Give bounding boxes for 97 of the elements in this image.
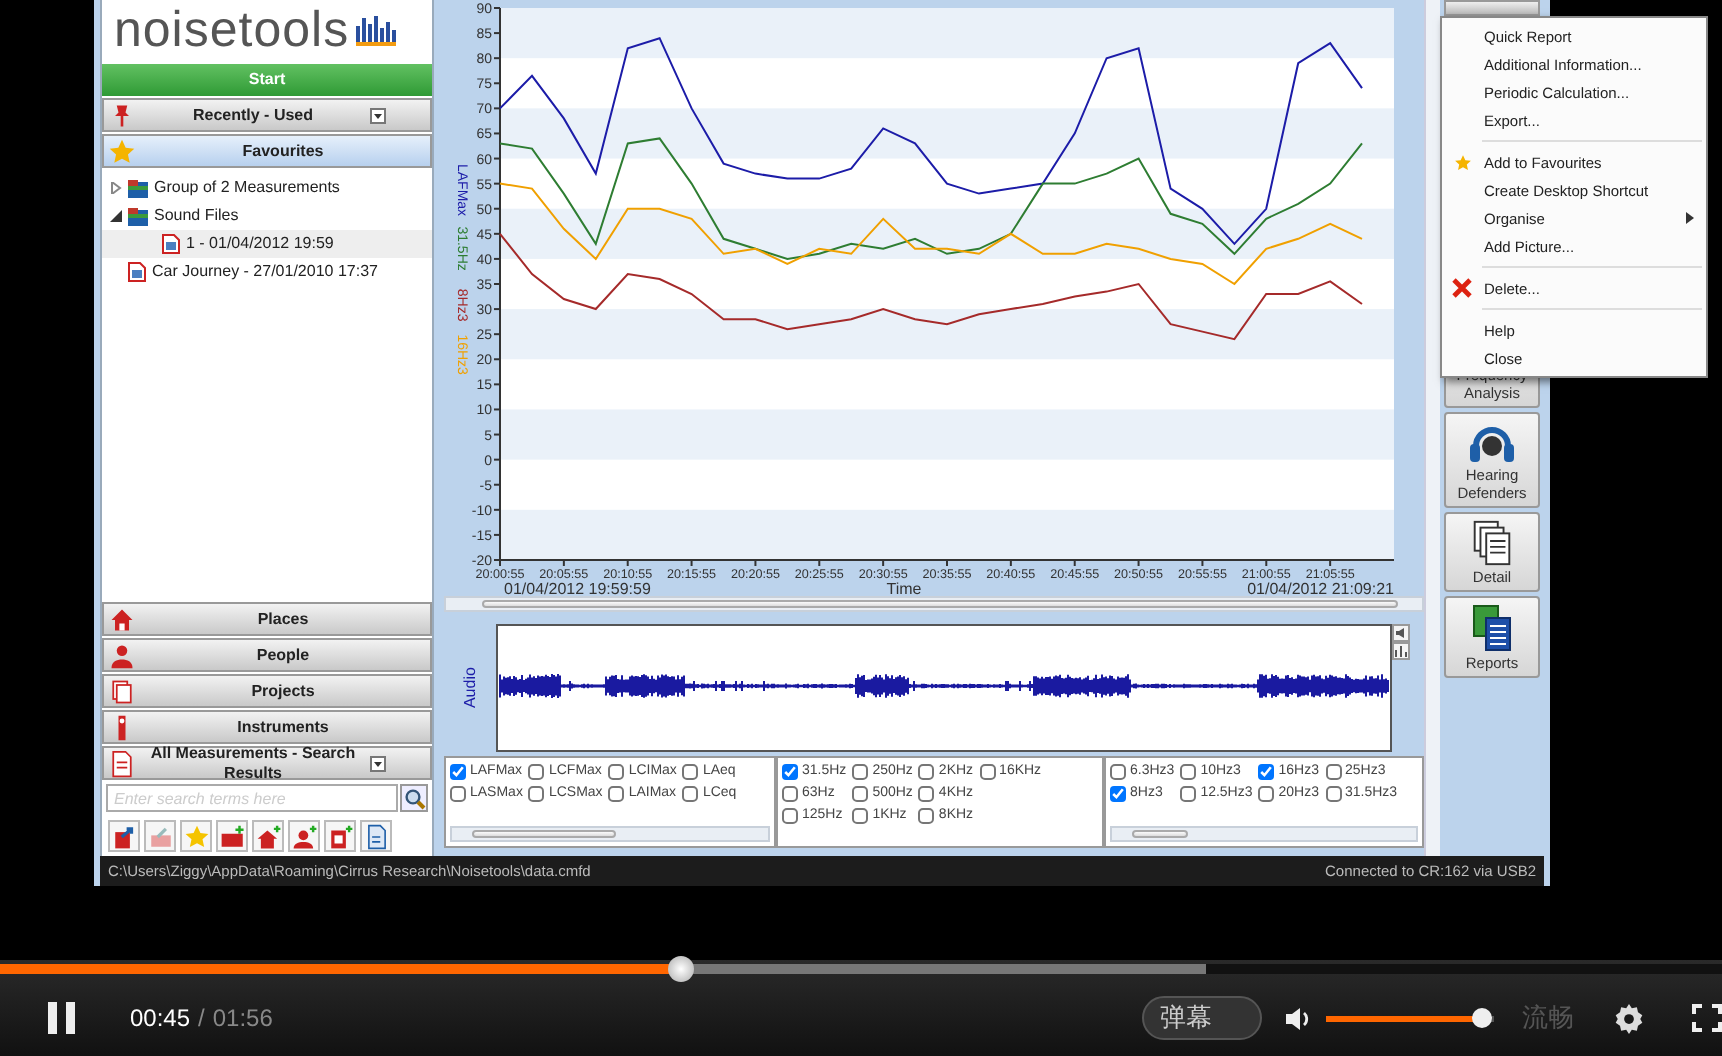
volume-icon[interactable] [1286, 1005, 1314, 1031]
expanded-triangle-icon[interactable] [110, 210, 122, 222]
settings-icon[interactable] [1614, 1003, 1644, 1033]
tree-item[interactable]: Sound Files [102, 202, 432, 230]
checkbox[interactable] [1325, 786, 1341, 802]
horizontal-scrollbar[interactable] [450, 826, 770, 842]
collapsed-triangle-icon[interactable] [110, 182, 122, 194]
document-icon[interactable] [360, 820, 392, 852]
folder-icon [128, 179, 148, 197]
checkbox[interactable] [528, 764, 545, 780]
panel-header[interactable]: Projects [102, 674, 432, 708]
menu-button[interactable] [1444, 0, 1540, 16]
bars-logo-icon [355, 14, 400, 46]
tree-label: Sound Files [154, 206, 239, 226]
panel-label: Recently - Used [190, 105, 316, 125]
panel-label: Places [255, 609, 311, 629]
checkbox[interactable] [782, 808, 798, 824]
panel-header[interactable]: Recently - Used [102, 98, 432, 132]
house-plus-icon[interactable] [252, 820, 284, 852]
horizontal-scrollbar[interactable] [1110, 826, 1418, 842]
checkbox[interactable] [1180, 764, 1197, 780]
dropdown-icon[interactable] [370, 755, 386, 771]
document-icon [128, 262, 146, 282]
checkbox[interactable] [1180, 786, 1197, 802]
checkbox[interactable] [1325, 764, 1341, 780]
person-plus-icon[interactable] [288, 820, 320, 852]
panel-label: Favourites [240, 141, 326, 161]
star-icon[interactable] [180, 820, 212, 852]
panel-header[interactable]: Instruments [102, 710, 432, 744]
checkbox[interactable] [682, 764, 699, 780]
danmaku-toggle[interactable]: 弹幕 [1142, 996, 1262, 1040]
checkbox[interactable] [918, 808, 935, 824]
duration: 01:56 [212, 1003, 273, 1033]
fullscreen-icon[interactable] [1692, 1004, 1722, 1032]
progress-thumb[interactable] [668, 956, 695, 982]
checkbox[interactable] [682, 786, 699, 802]
checkbox[interactable] [1110, 786, 1126, 802]
checkbox[interactable] [1110, 764, 1126, 780]
headphones-icon [1468, 422, 1516, 466]
panel-label: All Measurements - Search Results [148, 743, 358, 783]
pages-icon [1470, 602, 1514, 654]
tree-label: Group of 2 Measurements [154, 178, 340, 198]
house-icon [108, 605, 136, 633]
current-time: 00:45 [130, 1003, 191, 1033]
dropdown-icon[interactable] [370, 107, 386, 123]
volume-thumb[interactable] [1472, 1007, 1493, 1027]
checkbox[interactable] [450, 786, 466, 802]
audio-label: Audio [460, 667, 480, 709]
checkbox[interactable] [782, 786, 798, 802]
horizontal-scrollbar[interactable] [444, 596, 1424, 612]
speaker-icon[interactable] [1392, 624, 1410, 642]
checkbox[interactable] [782, 764, 798, 780]
checkbox[interactable] [450, 764, 466, 780]
axis-title: Time [886, 580, 922, 596]
search-button[interactable] [400, 784, 428, 812]
checkbox[interactable] [852, 808, 869, 824]
pages-icon [1470, 518, 1514, 568]
pause-button[interactable] [48, 1002, 76, 1034]
panel-header[interactable]: Favourites [102, 134, 432, 168]
pages-icon [108, 677, 136, 705]
tree-label: 1 - 01/04/2012 19:59 [186, 234, 334, 254]
panel-header[interactable]: People [102, 638, 432, 672]
star-icon [1453, 153, 1471, 171]
tree-item[interactable]: Group of 2 Measurements [102, 174, 432, 202]
logo-text: noisetools [114, 5, 350, 55]
tree-item[interactable]: Car Journey - 27/01/2010 17:37 [102, 258, 432, 286]
end-time-label: 01/04/2012 21:09:21 [1247, 580, 1394, 596]
bar-chart-icon[interactable] [1392, 642, 1410, 660]
time-separator: / [198, 1003, 205, 1033]
panel-label: Instruments [235, 717, 331, 737]
panel-label: People [254, 645, 312, 665]
folder-icon [128, 207, 148, 225]
panel-label: Projects [249, 681, 317, 701]
document-icon [162, 234, 180, 254]
panel-header[interactable]: Places [102, 602, 432, 636]
tree-item[interactable]: 1 - 01/04/2012 19:59 [102, 230, 432, 258]
checkbox[interactable] [918, 764, 935, 780]
start-time-label: 01/04/2012 19:59:59 [504, 580, 651, 596]
checkbox[interactable] [1258, 786, 1275, 802]
document-plus-icon[interactable] [324, 820, 356, 852]
checkbox[interactable] [608, 786, 625, 802]
vertical-scrollbar[interactable] [1424, 0, 1440, 856]
panel-header[interactable]: All Measurements - Search Results [102, 746, 432, 780]
star-icon [108, 137, 136, 165]
checkbox[interactable] [1258, 764, 1275, 780]
checkbox[interactable] [852, 764, 869, 780]
checkbox[interactable] [979, 764, 996, 780]
close-icon [1452, 278, 1472, 298]
checkbox[interactable] [528, 786, 545, 802]
checkbox[interactable] [918, 786, 935, 802]
document-icon [108, 749, 136, 777]
person-icon [108, 641, 136, 669]
checkbox[interactable] [608, 764, 625, 780]
folder-plus-icon[interactable] [216, 820, 248, 852]
submenu-arrow-icon [1686, 212, 1694, 224]
tree-label: Car Journey - 27/01/2010 17:37 [152, 262, 378, 282]
checkbox[interactable] [852, 786, 869, 802]
